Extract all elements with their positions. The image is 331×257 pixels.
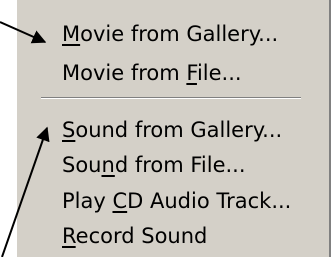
menu-item-accelerator: C bbox=[112, 189, 128, 213]
menu-item-accelerator: R bbox=[62, 224, 76, 248]
menu-item-movie-from-gallery[interactable]: Movie from Gallery... bbox=[62, 19, 278, 49]
menu-item-sound-from-gallery[interactable]: Sound from Gallery... bbox=[62, 115, 282, 145]
menu-item-sound-from-file[interactable]: Sound from File... bbox=[62, 150, 246, 180]
menu-item-label-post: D Audio Track... bbox=[127, 189, 292, 213]
menu-item-record-sound[interactable]: Record Sound bbox=[62, 221, 207, 251]
menu-item-label-pre: Play bbox=[62, 189, 113, 213]
menu-item-play-cd-audio-track[interactable]: Play CD Audio Track... bbox=[62, 186, 291, 216]
menu-item-label-post: ile... bbox=[196, 61, 242, 85]
menu-item-accelerator: n bbox=[101, 153, 115, 177]
menu-item-accelerator: S bbox=[62, 118, 76, 142]
menu-item-label-pre: Movie from bbox=[62, 61, 187, 85]
menu-item-label-pre: Sou bbox=[62, 153, 102, 177]
menu-separator bbox=[41, 97, 301, 99]
insert-media-menu: Movie from Gallery... Movie from File...… bbox=[15, 0, 331, 257]
menu-item-accelerator: F bbox=[186, 61, 197, 85]
menu-item-movie-from-file[interactable]: Movie from File... bbox=[62, 58, 242, 88]
menu-item-label-post: ound from Gallery... bbox=[75, 118, 283, 142]
menu-item-accelerator: M bbox=[62, 22, 81, 46]
menu-item-label-post: ecord Sound bbox=[75, 224, 208, 248]
menu-item-label-post: d from File... bbox=[114, 153, 246, 177]
menu-item-label-post: ovie from Gallery... bbox=[80, 22, 279, 46]
